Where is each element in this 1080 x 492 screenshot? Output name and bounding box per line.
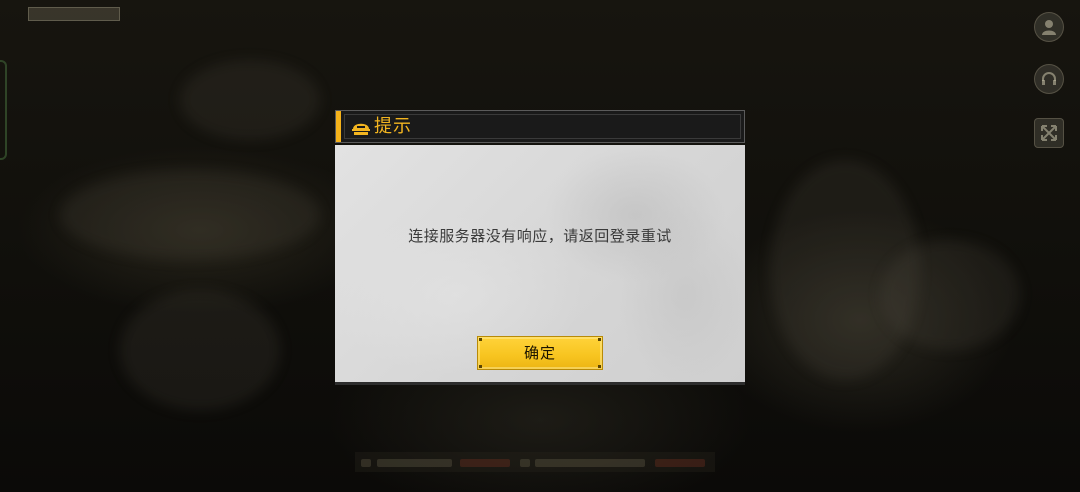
dialog-body: 连接服务器没有响应，请返回登录重试 确定 (335, 145, 745, 385)
version-tag (28, 7, 120, 21)
dialog-message: 连接服务器没有响应，请返回登录重试 (408, 227, 672, 245)
expand-button[interactable] (1034, 118, 1064, 148)
bottom-ticker (355, 452, 715, 472)
background-silhouette (180, 60, 320, 140)
headset-icon (1040, 70, 1058, 88)
avatar-button[interactable] (1034, 12, 1064, 42)
background-silhouette (60, 170, 320, 260)
side-drawer-handle[interactable] (0, 60, 7, 160)
avatar-icon (1040, 18, 1058, 36)
alert-dialog: 提示 连接服务器没有响应，请返回登录重试 确定 (335, 110, 745, 385)
dialog-title: 提示 (374, 116, 412, 137)
confirm-button-label: 确定 (523, 344, 556, 362)
helmet-icon (350, 118, 372, 136)
dialog-header: 提示 (335, 110, 745, 143)
background-silhouette (120, 290, 280, 410)
confirm-button[interactable]: 确定 (477, 336, 603, 370)
header-accent-bar (336, 111, 341, 142)
voice-button[interactable] (1034, 64, 1064, 94)
expand-icon (1040, 124, 1058, 142)
background-silhouette (880, 240, 1020, 350)
game-screen: 提示 连接服务器没有响应，请返回登录重试 确定 (0, 0, 1080, 492)
